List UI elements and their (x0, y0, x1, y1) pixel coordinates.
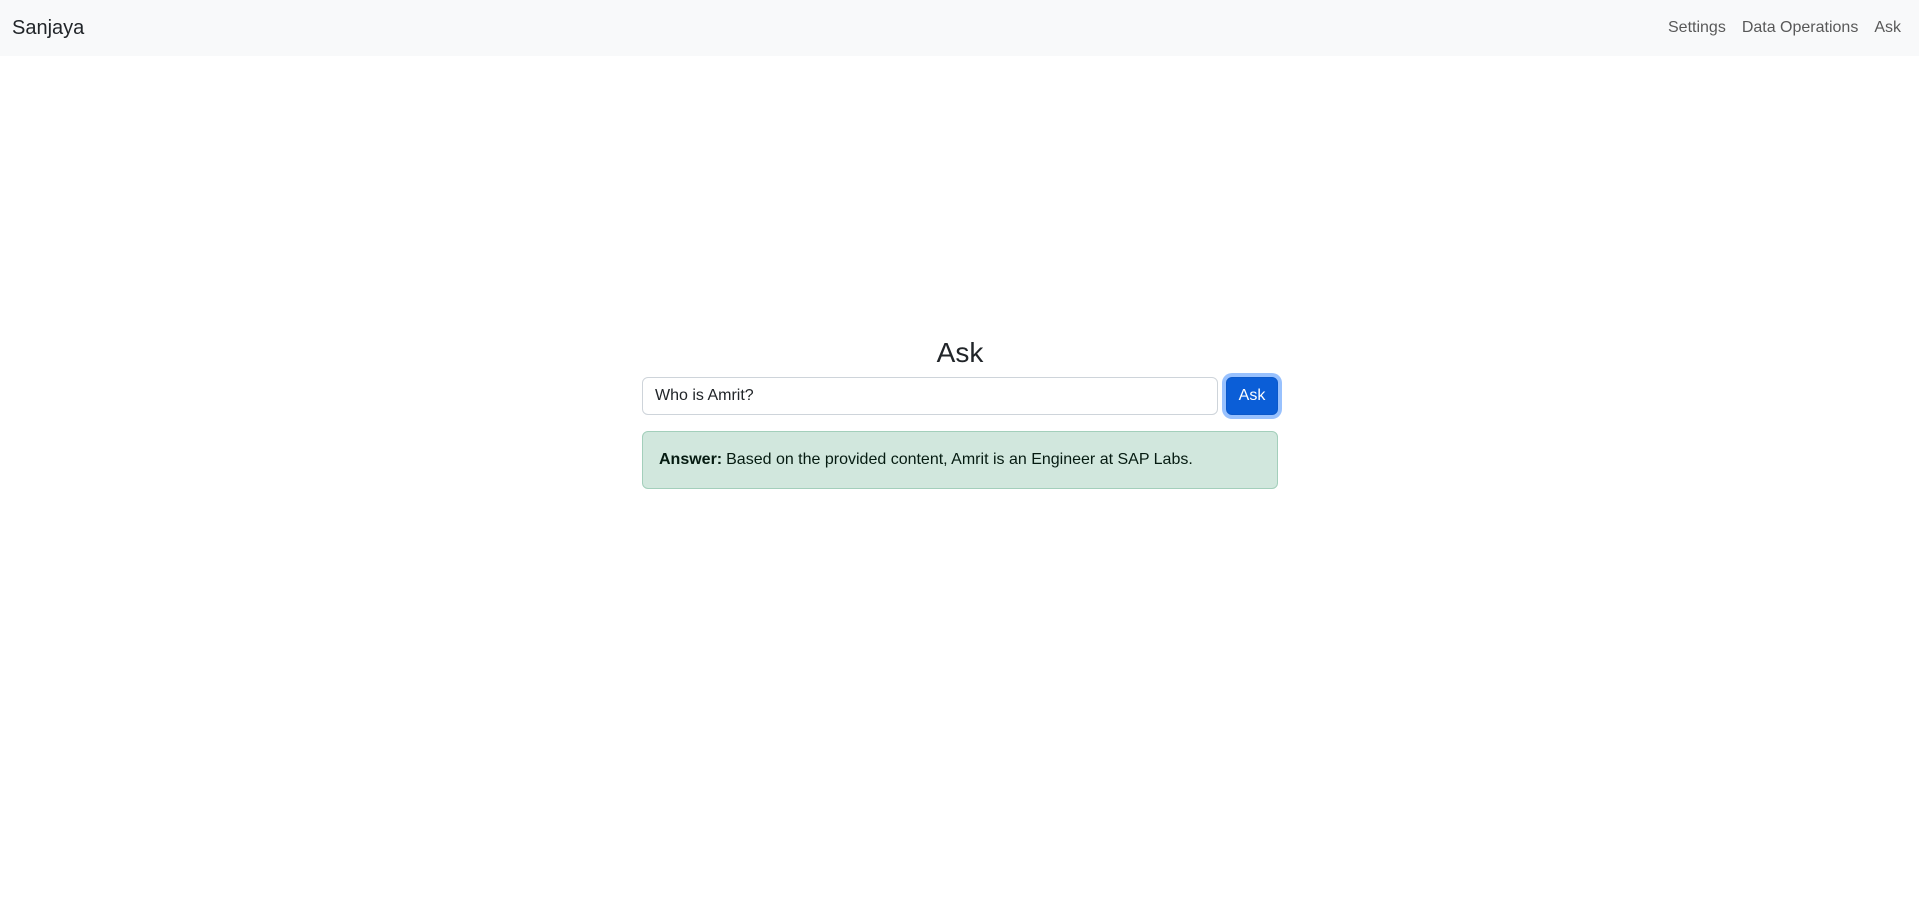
nav-link-settings[interactable]: Settings (1668, 19, 1726, 37)
ask-button[interactable]: Ask (1226, 377, 1278, 415)
answer-label: Answer: (659, 451, 723, 468)
page-title: Ask (936, 337, 984, 368)
top-navbar: Sanjaya Settings Data Operations Ask (0, 0, 1919, 56)
nav-link-data-operations[interactable]: Data Operations (1742, 19, 1859, 37)
brand-logo-link[interactable]: Sanjaya (12, 17, 84, 40)
question-row: Ask (642, 377, 1278, 415)
nav-link-ask[interactable]: Ask (1874, 19, 1901, 37)
answer-alert: Answer: Based on the provided content, A… (642, 431, 1278, 489)
nav-links: Settings Data Operations Ask (1668, 19, 1907, 37)
ask-panel: Ask Ask Answer: Based on the provided co… (642, 336, 1278, 489)
question-input[interactable] (642, 377, 1218, 415)
main-content: Ask Ask Answer: Based on the provided co… (0, 56, 1919, 908)
answer-text: Based on the provided content, Amrit is … (726, 451, 1193, 468)
